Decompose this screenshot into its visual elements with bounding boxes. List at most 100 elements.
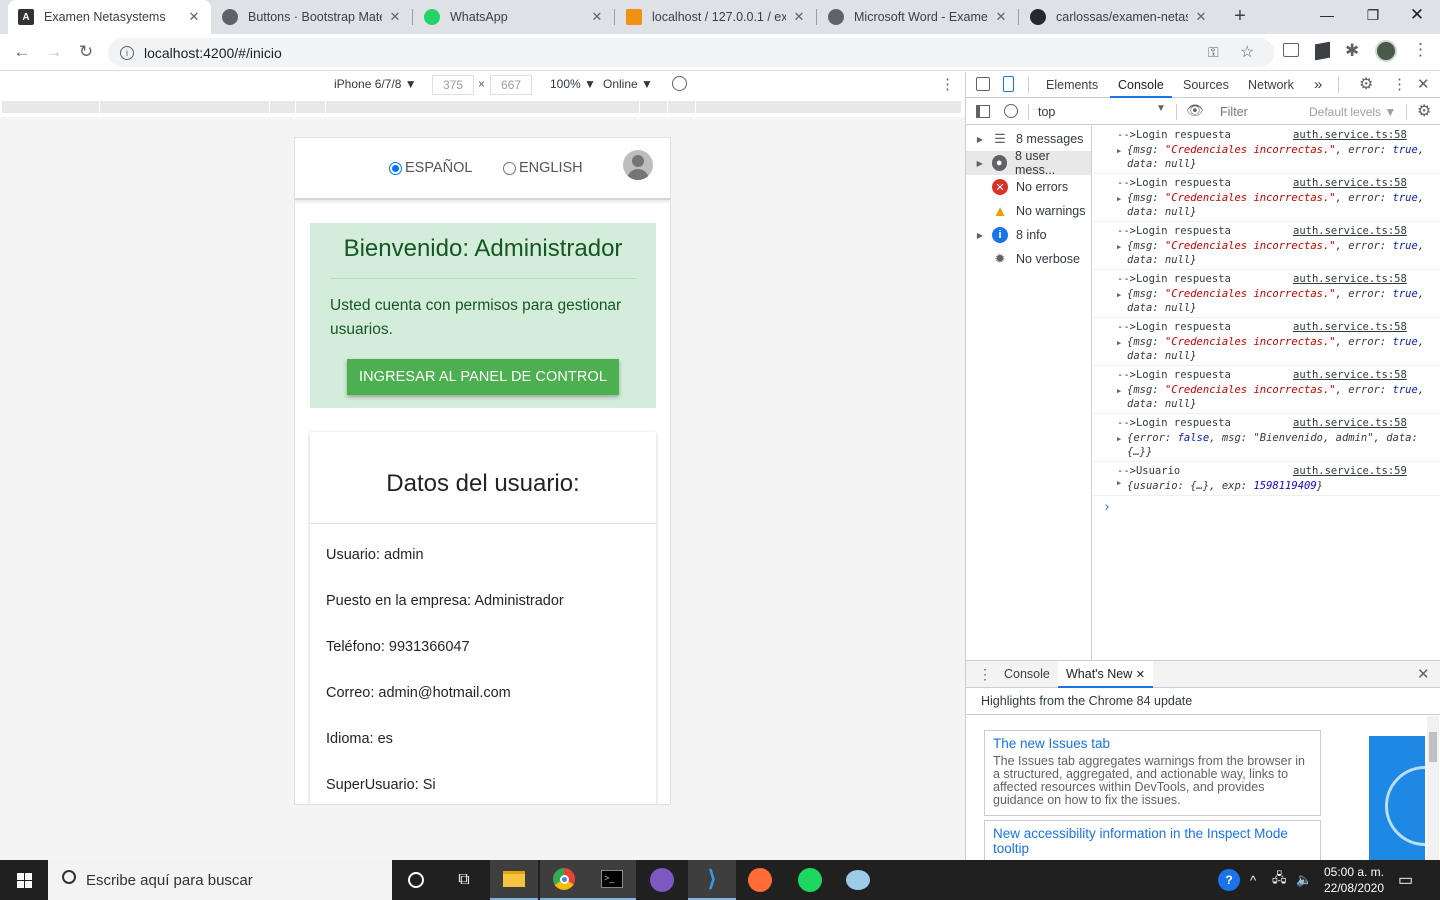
more-tabs-icon[interactable]: »: [1314, 72, 1322, 98]
source-link[interactable]: auth.service.ts:59: [1293, 465, 1407, 477]
drawer-tab-whats-new[interactable]: What's New ✕: [1058, 661, 1153, 688]
cast-icon[interactable]: [1283, 43, 1299, 57]
device-height-input[interactable]: 667: [490, 75, 532, 95]
star-icon[interactable]: ☆: [1240, 42, 1254, 62]
sidebar-item-info[interactable]: ▶ i 8 info: [966, 223, 1091, 247]
browser-tab-examen[interactable]: A Examen Netasystems ✕: [8, 0, 211, 34]
console-message[interactable]: -->Login respuesta auth.service.ts:58 ▶ …: [1093, 414, 1440, 462]
restore-icon[interactable]: ❐: [1350, 0, 1396, 30]
zoom-select[interactable]: 100% ▼: [550, 77, 596, 91]
close-window-icon[interactable]: ✕: [1394, 0, 1440, 30]
logged-object[interactable]: {usuario: {…}, exp: 1598119409}: [1127, 479, 1425, 493]
source-link[interactable]: auth.service.ts:58: [1293, 321, 1407, 333]
menu-dots-icon[interactable]: ⋮: [1412, 40, 1429, 60]
scrollbar-thumb[interactable]: [1429, 732, 1437, 762]
tab-network[interactable]: Network: [1248, 72, 1294, 98]
sidebar-toggle-icon[interactable]: [976, 105, 990, 118]
close-tab-icon[interactable]: ✕: [590, 9, 604, 25]
close-tab-icon[interactable]: ✕: [1194, 9, 1208, 25]
throttle-select[interactable]: Online ▼: [603, 77, 653, 91]
minimize-icon[interactable]: —: [1304, 0, 1350, 30]
help-icon[interactable]: ?: [1218, 860, 1240, 900]
expand-arrow-icon[interactable]: ▶: [1117, 147, 1121, 155]
news-title[interactable]: New accessibility information in the Ins…: [993, 826, 1312, 856]
settings-gear-icon[interactable]: ⚙: [1359, 74, 1373, 94]
device-toggle-icon[interactable]: [1003, 76, 1014, 92]
close-tab-icon[interactable]: ✕: [792, 9, 806, 25]
device-select[interactable]: iPhone 6/7/8 ▼: [334, 77, 417, 91]
user-avatar-icon[interactable]: [623, 150, 653, 180]
vscode-icon[interactable]: ⟩: [688, 860, 736, 900]
postman-icon[interactable]: [736, 860, 784, 900]
source-link[interactable]: auth.service.ts:58: [1293, 177, 1407, 189]
sidebar-item-messages[interactable]: ▶ ☰ 8 messages: [966, 127, 1091, 151]
browser-tab-phpmyadmin[interactable]: localhost / 127.0.0.1 / exa ✕: [616, 0, 816, 34]
ruler-segment[interactable]: [696, 101, 962, 113]
media-query-ruler[interactable]: [0, 99, 965, 115]
browser-tab-github[interactable]: carlossas/examen-netasys ✕: [1020, 0, 1218, 34]
ruler-segment[interactable]: [668, 101, 696, 113]
logged-object[interactable]: {msg: "Credenciales incorrectas.", error…: [1127, 239, 1425, 267]
devtools-menu-icon[interactable]: ⋮: [1392, 75, 1407, 93]
close-devtools-icon[interactable]: ✕: [1417, 75, 1430, 93]
logged-object[interactable]: {msg: "Credenciales incorrectas.", error…: [1127, 335, 1425, 363]
radio-checked-icon[interactable]: [389, 161, 402, 175]
browser-tab-whatsapp[interactable]: WhatsApp ✕: [414, 0, 614, 34]
source-link[interactable]: auth.service.ts:58: [1293, 369, 1407, 381]
inspect-element-icon[interactable]: [976, 77, 990, 91]
ruler-segment[interactable]: [100, 101, 270, 113]
clock[interactable]: 05:00 a. m. 22/08/2020: [1318, 860, 1390, 900]
expand-arrow-icon[interactable]: ▶: [1117, 435, 1121, 443]
console-message[interactable]: -->Login respuesta auth.service.ts:58 ▶ …: [1093, 126, 1440, 174]
console-message[interactable]: -->Usuario auth.service.ts:59 ▶ {usuario…: [1093, 462, 1440, 496]
sidebar-item-warnings[interactable]: ▲ No warnings: [966, 199, 1091, 223]
forward-arrow-icon[interactable]: →: [40, 38, 68, 66]
puzzle-icon[interactable]: ✱: [1345, 41, 1359, 61]
browser-tab-buttons[interactable]: Buttons · Bootstrap Material ✕: [212, 0, 412, 34]
log-levels-select[interactable]: Default levels ▼: [1309, 105, 1396, 119]
volume-icon[interactable]: 🔈: [1296, 860, 1312, 900]
more-options-icon[interactable]: ⋮: [940, 75, 955, 93]
ruler-segment[interactable]: [640, 101, 668, 113]
source-link[interactable]: auth.service.ts:58: [1293, 273, 1407, 285]
ruler-segment[interactable]: [326, 101, 640, 113]
expand-arrow-icon[interactable]: ▶: [1117, 387, 1121, 395]
clear-console-icon[interactable]: [1004, 104, 1018, 118]
context-select[interactable]: top: [1038, 105, 1055, 119]
expand-arrow-icon[interactable]: ▶: [972, 231, 988, 240]
tray-chevron-up-icon[interactable]: ^: [1250, 860, 1256, 900]
expand-arrow-icon[interactable]: ▶: [1117, 479, 1121, 487]
logged-object[interactable]: {msg: "Credenciales incorrectas.", error…: [1127, 143, 1425, 171]
tab-sources[interactable]: Sources: [1183, 72, 1229, 98]
expand-arrow-icon[interactable]: ▶: [1117, 339, 1121, 347]
logged-object[interactable]: {error: false, msg: "Bienvenido, admin",…: [1127, 431, 1425, 459]
reload-icon[interactable]: ↻: [72, 38, 100, 66]
notifications-icon[interactable]: ▭: [1398, 860, 1413, 900]
app-purple-icon[interactable]: [638, 860, 686, 900]
lang-radio-es[interactable]: ESPAÑOL: [389, 160, 472, 176]
chevron-down-icon[interactable]: ▼: [1156, 103, 1166, 114]
close-drawer-icon[interactable]: ✕: [1417, 665, 1430, 683]
expand-arrow-icon[interactable]: ▶: [972, 135, 988, 144]
file-explorer-icon[interactable]: [490, 860, 538, 900]
info-icon[interactable]: i: [120, 45, 134, 60]
device-width-input[interactable]: 375: [432, 75, 474, 95]
source-link[interactable]: auth.service.ts:58: [1293, 129, 1407, 141]
spotify-icon[interactable]: [786, 860, 834, 900]
windows-start-icon[interactable]: [0, 860, 48, 900]
new-tab-button[interactable]: +: [1228, 4, 1252, 28]
expand-arrow-icon[interactable]: ▶: [1117, 291, 1121, 299]
paint-icon[interactable]: [834, 860, 882, 900]
key-icon[interactable]: ⚿: [1208, 44, 1219, 61]
console-message[interactable]: -->Login respuesta auth.service.ts:58 ▶ …: [1093, 318, 1440, 366]
control-panel-button[interactable]: INGRESAR AL PANEL DE CONTROL: [347, 359, 619, 395]
chrome-icon[interactable]: [540, 860, 588, 900]
ruler-segment[interactable]: [296, 101, 326, 113]
console-message[interactable]: -->Login respuesta auth.service.ts:58 ▶ …: [1093, 174, 1440, 222]
cortana-icon[interactable]: [392, 860, 440, 900]
close-tab-icon[interactable]: ✕: [187, 9, 201, 25]
source-link[interactable]: auth.service.ts:58: [1293, 225, 1407, 237]
taskbar-search[interactable]: Escribe aquí para buscar: [48, 860, 392, 900]
logged-object[interactable]: {msg: "Credenciales incorrectas.", error…: [1127, 287, 1425, 315]
back-arrow-icon[interactable]: ←: [8, 38, 36, 66]
